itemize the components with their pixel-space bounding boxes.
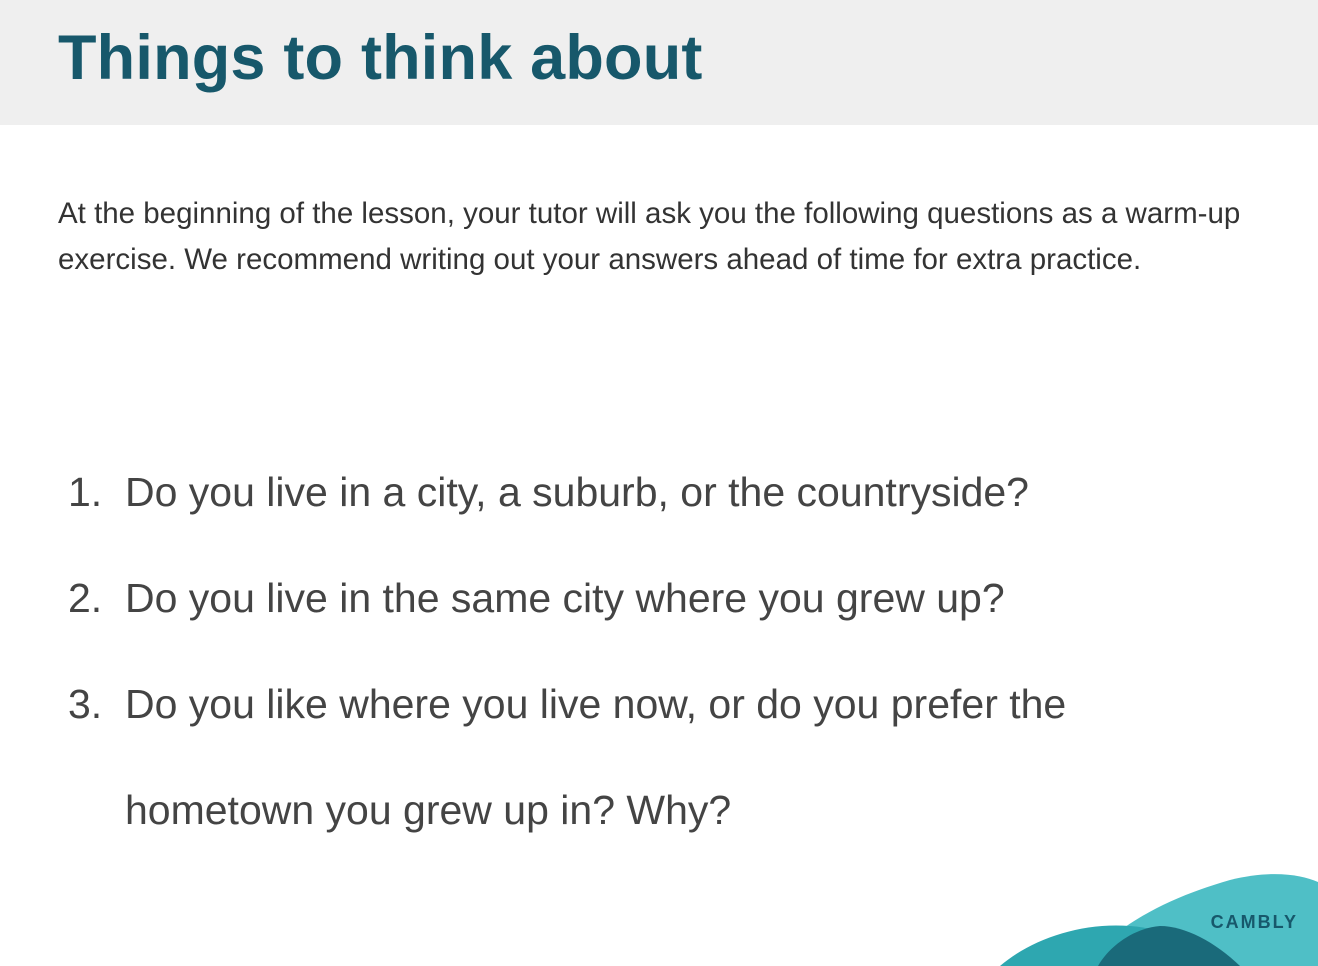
logo-text: CAMBLY [1210,912,1298,932]
question-number: 1. [68,469,103,515]
question-text: Do you live in a city, a suburb, or the … [125,469,1029,515]
question-text: Do you like where you live now, or do yo… [125,681,1067,833]
question-text: Do you live in the same city where you g… [125,575,1005,621]
list-item: 1. Do you live in a city, a suburb, or t… [0,439,1318,545]
list-item: 2. Do you live in the same city where yo… [0,545,1318,651]
intro-paragraph: At the beginning of the lesson, your tut… [58,197,1241,276]
slide: Things to think about At the beginning o… [0,0,1318,966]
list-item: 3. Do you like where you live now, or do… [0,651,1318,863]
page-title: Things to think about [58,23,703,93]
question-number: 2. [68,575,103,621]
question-list: 1. Do you live in a city, a suburb, or t… [0,439,1318,863]
cambly-logo: CAMBLY [990,860,1318,966]
question-number: 3. [68,681,103,727]
